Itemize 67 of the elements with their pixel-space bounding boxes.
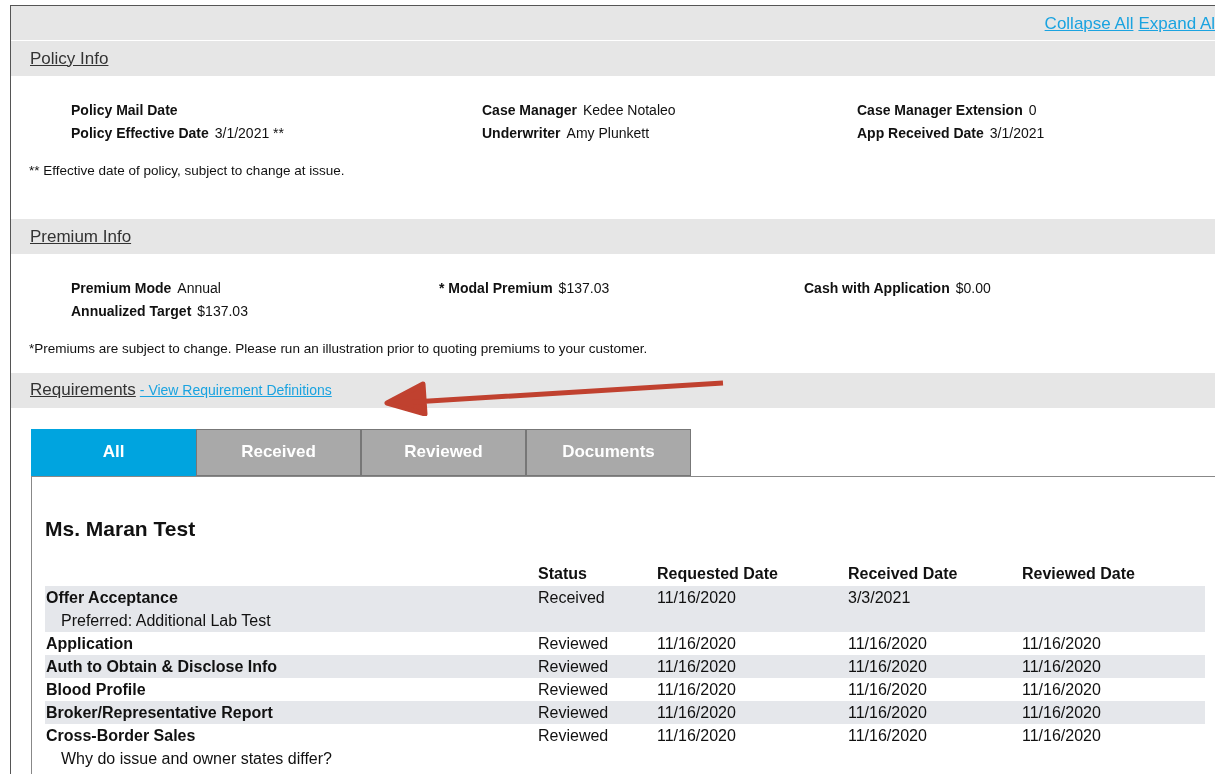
table-cell: 11/16/2020 — [848, 727, 927, 744]
table-cell: 11/16/2020 — [848, 635, 927, 652]
section-title[interactable]: Premium Info — [30, 224, 132, 250]
table-cell: Reviewed — [538, 658, 609, 675]
footnote: ** Effective date of policy, subject to change at issue. — [28, 162, 346, 180]
toolbar-link[interactable]: Collapse All — [1044, 11, 1134, 37]
table-cell: 11/16/2020 — [848, 704, 927, 721]
table-cell: 3/3/2021 — [848, 589, 911, 606]
table-cell: 11/16/2020 — [1022, 681, 1101, 698]
tab[interactable]: All — [31, 428, 196, 476]
table-cell: 11/16/2020 — [848, 681, 927, 698]
requirement-note: Preferred: Additional Lab Test — [60, 611, 272, 631]
field-value: $137.03 — [197, 303, 248, 320]
requirement-name: Cross-Border Sales — [45, 726, 197, 746]
section-title[interactable]: Policy Info — [30, 45, 109, 72]
column-header: Received Date — [848, 564, 959, 584]
field-label: * Modal Premium — [439, 280, 553, 297]
table-cell: 11/16/2020 — [1022, 704, 1101, 721]
field-value: 3/1/2021 ** — [214, 125, 285, 141]
table-cell: Reviewed — [538, 635, 609, 652]
requirement-name: Broker/Representative Report — [45, 703, 274, 723]
field-label: Policy Effective Date — [71, 125, 209, 141]
table-cell: 11/16/2020 — [1022, 727, 1101, 744]
field-label: Underwriter — [482, 125, 561, 141]
field-label: Case Manager — [482, 102, 577, 118]
field-value: $0.00 — [955, 280, 991, 297]
table-cell: 11/16/2020 — [657, 727, 736, 744]
field-value: Kedee Notaleo — [582, 102, 676, 118]
requirement-name: Application — [45, 634, 135, 654]
field-value: Amy Plunkett — [566, 125, 650, 141]
field-label: Premium Mode — [71, 280, 172, 297]
field-value: $137.03 — [558, 280, 610, 297]
column-header: Status — [538, 564, 588, 584]
footnote: *Premiums are subject to change. Please run an illustration prior to quoting premiums to your customer. — [28, 340, 649, 359]
table-cell: Reviewed — [538, 681, 609, 698]
table-cell: 11/16/2020 — [1022, 658, 1101, 675]
section-title[interactable]: Requirements — [30, 377, 136, 403]
table-cell: 11/16/2020 — [657, 681, 736, 698]
definitions-link[interactable]: - View Requirement Definitions — [139, 379, 332, 401]
column-header: Reviewed Date — [1022, 564, 1136, 584]
field-label: Case Manager Extension — [857, 102, 1023, 118]
field-label: Policy Mail Date — [71, 102, 178, 118]
tab[interactable]: Received — [196, 428, 361, 476]
toolbar-link[interactable]: Expand Al — [1138, 11, 1215, 37]
tab[interactable]: Reviewed — [361, 428, 526, 476]
field-value: Annual — [177, 280, 221, 297]
requirement-name: Offer Acceptance — [45, 588, 179, 608]
requirement-name: Auth to Obtain & Disclose Info — [45, 657, 279, 677]
table-cell: Reviewed — [538, 704, 609, 721]
requirement-name: Blood Profile — [45, 680, 147, 700]
table-cell: 11/16/2020 — [657, 704, 736, 721]
field-label: Cash with Application — [804, 280, 950, 297]
table-cell: Reviewed — [538, 727, 609, 744]
column-header: Requested Date — [657, 564, 779, 584]
field-label: App Received Date — [857, 125, 984, 141]
insured-name: Ms. Maran Test — [45, 515, 197, 542]
table-cell: Received — [538, 589, 605, 606]
table-cell: 11/16/2020 — [1022, 635, 1101, 652]
field-label: Annualized Target — [71, 303, 192, 320]
field-value: 0 — [1028, 102, 1037, 118]
table-cell: 11/16/2020 — [657, 589, 736, 606]
field-value: 3/1/2021 — [989, 125, 1045, 141]
table-cell: 11/16/2020 — [657, 635, 736, 652]
requirement-note: Why do issue and owner states differ? — [60, 749, 333, 769]
table-cell: 11/16/2020 — [848, 658, 927, 675]
tab[interactable]: Documents — [526, 428, 691, 476]
table-cell: 11/16/2020 — [657, 658, 736, 675]
